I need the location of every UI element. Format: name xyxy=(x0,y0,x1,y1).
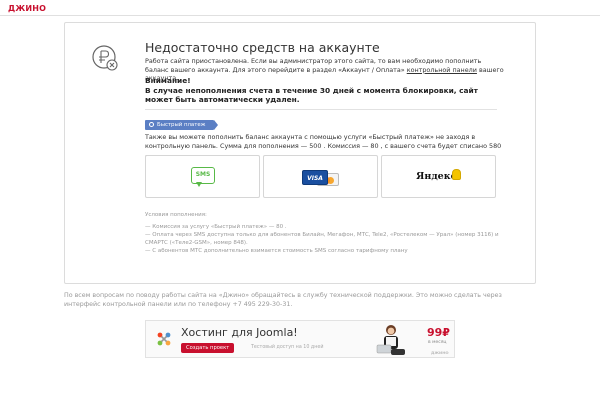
deletion-warning: Внимание! В случае непополнения счета в … xyxy=(145,76,505,105)
sms-label: SMS xyxy=(195,171,211,178)
yandex-money-icon: Яндекс xyxy=(416,171,457,182)
visa-mastercard-icon: VISA xyxy=(302,170,340,186)
trial-note: Тестовый доступ на 10 дней xyxy=(251,344,324,350)
notice-card: Недостаточно средств на аккаунте Работа … xyxy=(64,22,536,284)
header-divider xyxy=(0,15,600,16)
banner-brand: ДЖИНО xyxy=(431,350,449,355)
banner-price-period: в месяц xyxy=(428,340,447,345)
brand-logo[interactable]: ДЖИНО xyxy=(8,4,46,13)
visa-label: VISA xyxy=(302,170,328,185)
page-title: Недостаточно средств на аккаунте xyxy=(145,40,380,55)
warning-text: В случае непополнения счета в течение 30… xyxy=(145,85,478,105)
clock-icon xyxy=(149,121,154,127)
fast-payment-badge-label: Быстрый платеж xyxy=(157,122,206,128)
create-project-button[interactable]: Создать проект xyxy=(181,343,235,353)
condition-item: — Оплата через SMS доступна только для а… xyxy=(145,232,499,246)
yandex-wallet-icon xyxy=(452,169,461,180)
support-text: По всем вопросам по поводу работы сайта … xyxy=(64,292,502,308)
pay-card-button[interactable]: VISA xyxy=(263,155,378,198)
payment-conditions: Условия пополнения: — Комиссия за услугу… xyxy=(145,211,505,255)
joomla-icon xyxy=(157,332,171,346)
person-with-laptop-illustration xyxy=(376,325,405,355)
joomla-hosting-banner[interactable]: Хостинг для Joomla! Создать проект Тесто… xyxy=(145,320,455,358)
section-divider xyxy=(145,109,497,110)
sms-icon: SMS xyxy=(191,167,215,188)
condition-item: — С абонентов МТС дополнительно взимаетс… xyxy=(145,248,408,254)
conditions-title: Условия пополнения: xyxy=(145,212,207,218)
banner-price: 99₽ xyxy=(427,326,450,339)
pay-yandex-button[interactable]: Яндекс xyxy=(381,155,496,198)
warning-heading: Внимание! xyxy=(145,76,191,85)
banner-title: Хостинг для Joomla! xyxy=(181,326,298,339)
fast-payment-badge: Быстрый платеж xyxy=(145,120,218,130)
control-panel-link[interactable]: контрольной панели xyxy=(407,66,477,74)
pay-sms-button[interactable]: SMS xyxy=(145,155,260,198)
condition-item: — Комиссия за услугу «Быстрый платеж» — … xyxy=(145,224,287,230)
ruble-blocked-icon xyxy=(92,45,118,71)
